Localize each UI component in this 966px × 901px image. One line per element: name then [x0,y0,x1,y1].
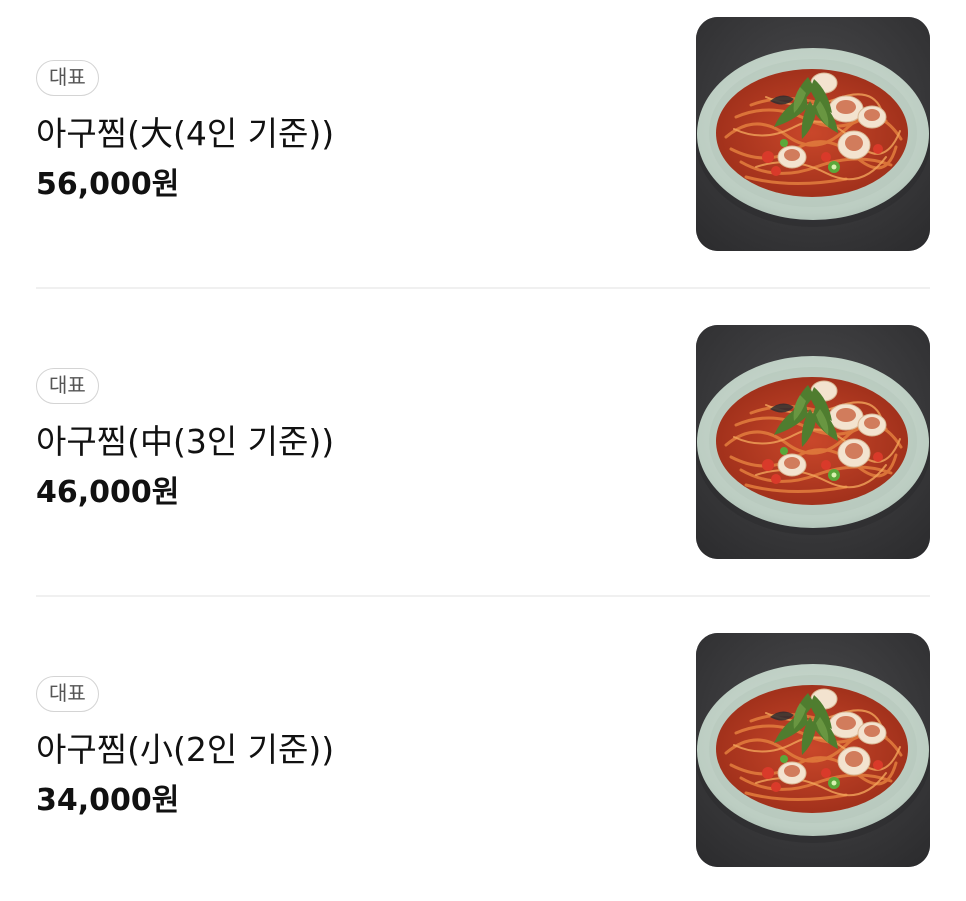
menu-item[interactable]: 대표 아구찜(小(2인 기준)) 34,000원 [36,633,930,867]
signature-badge: 대표 [36,60,99,96]
divider [36,595,930,597]
menu-item-price: 46,000원 [36,475,180,510]
menu-item-price: 34,000원 [36,783,180,818]
signature-badge: 대표 [36,676,99,712]
agujjim-image [696,325,930,559]
menu-item-name: 아구찜(中(3인 기준)) [36,422,335,461]
menu-item-photo[interactable] [696,17,930,251]
signature-badge: 대표 [36,368,99,404]
agujjim-image [696,633,930,867]
menu-item-photo[interactable] [696,325,930,559]
menu-item-name: 아구찜(大(4인 기준)) [36,114,335,153]
menu-item-price: 56,000원 [36,167,180,202]
agujjim-image [696,17,930,251]
menu-item[interactable]: 대표 아구찜(大(4인 기준)) 56,000원 [36,17,930,251]
menu-item-photo[interactable] [696,633,930,867]
menu-item[interactable]: 대표 아구찜(中(3인 기준)) 46,000원 [36,325,930,559]
divider [36,287,930,289]
menu-item-name: 아구찜(小(2인 기준)) [36,730,335,769]
